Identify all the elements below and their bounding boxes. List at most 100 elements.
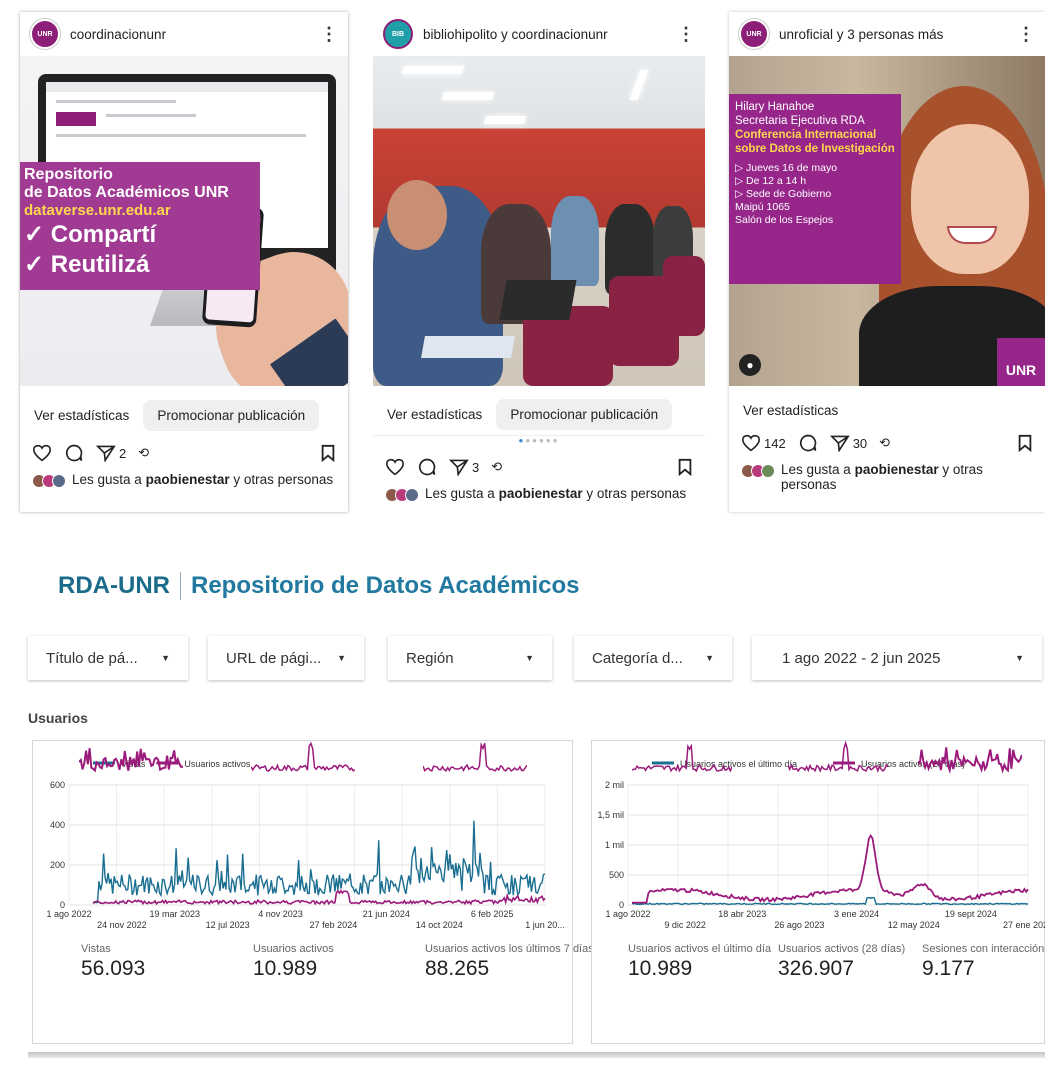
dropdown-caret-icon: ▼ xyxy=(337,653,346,663)
view-stats-button[interactable]: Ver estadísticas xyxy=(739,395,842,426)
x-tick-label: 14 oct 2024 xyxy=(416,920,463,930)
like-icon[interactable] xyxy=(385,458,405,476)
liker-avatars xyxy=(385,488,419,502)
bookmark-icon[interactable] xyxy=(677,458,693,476)
sparkline-active-users xyxy=(251,741,355,772)
filter-page-title[interactable]: Título de pá... ▼ xyxy=(28,636,188,680)
bottom-shadow xyxy=(28,1052,1045,1058)
post-username[interactable]: bibliohipolito y coordinacionunr xyxy=(423,27,667,42)
metric-value: 9.177 xyxy=(922,957,975,980)
profile-avatar[interactable]: BIB xyxy=(383,19,413,49)
likes-user[interactable]: paobienestar xyxy=(855,462,939,477)
x-tick-label: 3 ene 2024 xyxy=(834,909,879,919)
more-options-icon[interactable]: ⋮ xyxy=(677,25,695,43)
metric-label: Usuarios activos el último día xyxy=(628,943,772,955)
post-admin-actions: Ver estadísticas Promocionar publicación xyxy=(20,386,348,436)
likes-summary: Les gusta a paobienestar y otras persona… xyxy=(373,484,705,504)
likes-prefix: Les gusta a xyxy=(781,462,851,477)
comment-icon[interactable] xyxy=(64,443,84,463)
likes-user[interactable]: paobienestar xyxy=(499,486,583,501)
filter-date-range[interactable]: 1 ago 2022 - 2 jun 2025 ▼ xyxy=(752,636,1042,680)
dropdown-caret-icon: ▼ xyxy=(161,653,170,663)
x-tick-label: 24 nov 2022 xyxy=(97,920,147,930)
filter-page-url[interactable]: URL de pági... ▼ xyxy=(208,636,364,680)
x-tick-label: 4 nov 2023 xyxy=(258,909,303,919)
post-admin-actions: Ver estadísticas xyxy=(729,386,1045,426)
y-tick-label: 600 xyxy=(50,780,65,790)
instagram-post-3: UNR unroficial y 3 personas más ⋮ Hilary… xyxy=(729,12,1045,512)
filter-category[interactable]: Categoría d... ▼ xyxy=(574,636,732,680)
portrait-face xyxy=(911,124,1029,274)
sparkline-active-users-1d xyxy=(632,743,732,773)
likes-prefix: Les gusta a xyxy=(72,472,142,487)
engagement-bar: 142 30 ⟲ xyxy=(729,426,1045,460)
x-tick-label: 18 abr 2023 xyxy=(718,909,766,919)
filter-label: Título de pá... xyxy=(46,649,138,667)
repost-icon[interactable]: ⟲ xyxy=(138,445,149,461)
tagged-users-icon[interactable]: ● xyxy=(739,354,761,376)
filter-label: Región xyxy=(406,649,454,667)
speaker-role: Secretaria Ejecutiva RDA xyxy=(735,115,865,127)
like-icon[interactable]: 142 xyxy=(741,434,786,452)
share-icon[interactable]: 2 xyxy=(96,444,126,462)
x-tick-label: 6 feb 2025 xyxy=(471,909,514,919)
metric-value: 88.265 xyxy=(425,957,490,980)
liker-avatars xyxy=(741,464,775,478)
engagement-bar: 2 ⟲ xyxy=(20,436,348,470)
sparkline-active-users-7d xyxy=(423,741,527,773)
post-image[interactable]: Hilary Hanahoe Secretaria Ejecutiva RDA … xyxy=(729,56,1045,386)
post-image[interactable]: Repositorio de Datos Académicos UNR data… xyxy=(20,56,348,386)
x-tick-label: 1 ago 2022 xyxy=(605,909,650,919)
like-icon[interactable] xyxy=(32,444,52,462)
profile-avatar[interactable]: UNR xyxy=(30,19,60,49)
x-tick-label: 27 ene 2025 xyxy=(1003,920,1045,930)
promote-post-button[interactable]: Promocionar publicación xyxy=(496,399,673,430)
repost-icon[interactable]: ⟲ xyxy=(491,459,502,475)
banner-cta-2: ✓ Reutilizá xyxy=(24,251,150,278)
likes-user[interactable]: paobienestar xyxy=(146,472,230,487)
post-username[interactable]: unroficial y 3 personas más xyxy=(779,27,1007,42)
bookmark-icon[interactable] xyxy=(320,444,336,462)
view-stats-button[interactable]: Ver estadísticas xyxy=(30,400,133,431)
likes-suffix: y otras personas xyxy=(233,472,334,487)
event-title-2: sobre Datos de Investigación xyxy=(735,143,895,155)
view-stats-button[interactable]: Ver estadísticas xyxy=(383,399,486,430)
metric-value: 56.093 xyxy=(81,957,146,980)
x-tick-label: 19 mar 2023 xyxy=(150,909,201,919)
bookmark-icon[interactable] xyxy=(1017,434,1033,452)
section-title-users: Usuarios xyxy=(28,710,88,726)
share-icon[interactable]: 30 xyxy=(829,434,867,452)
promote-post-button[interactable]: Promocionar publicación xyxy=(143,399,320,431)
like-count: 142 xyxy=(764,435,786,451)
profile-avatar[interactable]: UNR xyxy=(739,19,769,49)
y-tick-label: 500 xyxy=(609,870,624,880)
carousel-dots[interactable]: ●●●●●● xyxy=(373,436,705,450)
x-tick-label: 1 jun 20... xyxy=(525,920,565,930)
x-tick-label: 9 dic 2022 xyxy=(664,920,706,930)
likes-summary: Les gusta a paobienestar y otras persona… xyxy=(20,470,348,490)
filter-region[interactable]: Región ▼ xyxy=(388,636,552,680)
dropdown-caret-icon: ▼ xyxy=(705,653,714,663)
more-options-icon[interactable]: ⋮ xyxy=(1017,25,1035,43)
y-tick-label: 400 xyxy=(50,820,65,830)
likes-suffix: y otras personas xyxy=(586,486,687,501)
comment-icon[interactable] xyxy=(417,457,437,477)
filter-label: URL de pági... xyxy=(226,649,322,667)
x-tick-label: 26 ago 2023 xyxy=(774,920,824,930)
more-options-icon[interactable]: ⋮ xyxy=(320,25,338,43)
repost-icon[interactable]: ⟲ xyxy=(879,435,890,451)
share-icon[interactable]: 3 xyxy=(449,458,479,476)
speaker-name: Hilary Hanahoe xyxy=(735,101,815,113)
post-header: BIB bibliohipolito y coordinacionunr ⋮ xyxy=(373,12,705,56)
post-image[interactable] xyxy=(373,56,705,386)
series-line-usuarios-activos-28-dias xyxy=(632,834,1029,904)
dashboard-subtitle: Repositorio de Datos Académicos xyxy=(190,572,580,599)
unr-logo-tag: UNR xyxy=(997,338,1045,386)
metric-active-users-7d: Usuarios activos los últimos 7 días 88.2… xyxy=(425,943,594,981)
y-tick-label: 200 xyxy=(50,860,65,870)
metric-engaged-sessions: Sesiones con interacción 9.177 xyxy=(922,943,1045,981)
comment-icon[interactable] xyxy=(798,433,818,453)
post-username[interactable]: coordinacionunr xyxy=(70,27,310,42)
x-tick-label: 12 may 2024 xyxy=(888,920,940,930)
metric-vistas: Vistas 56.093 xyxy=(81,943,145,981)
